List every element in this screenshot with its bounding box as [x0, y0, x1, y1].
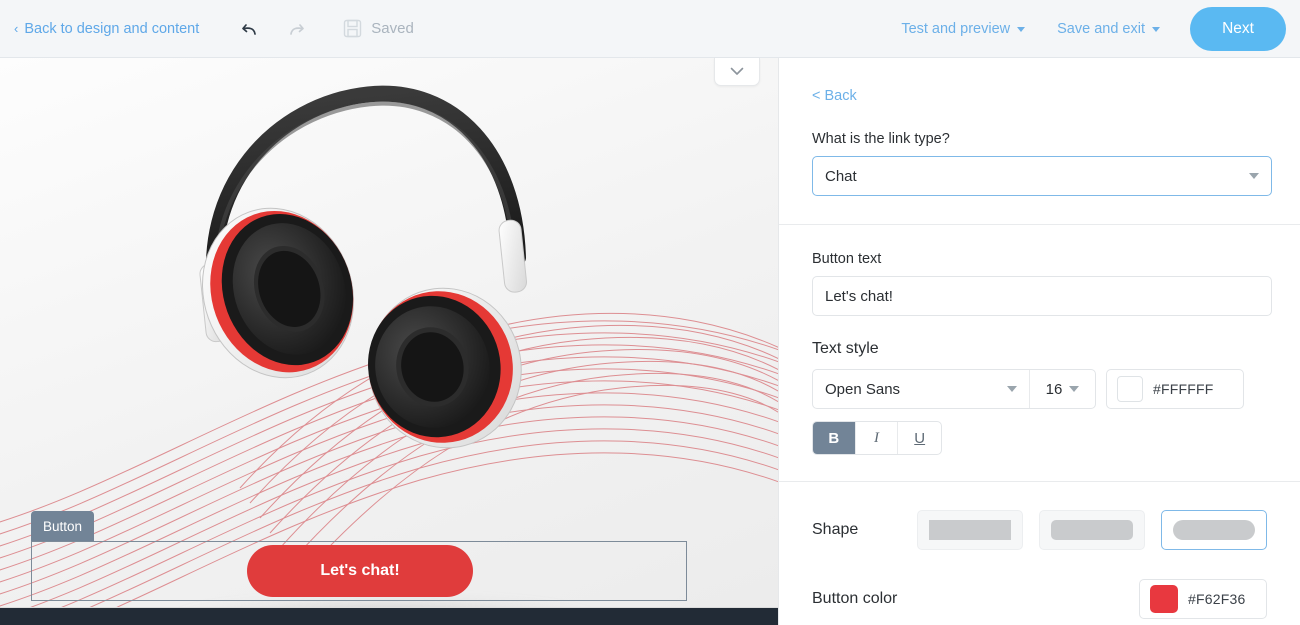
- font-family-select[interactable]: Open Sans: [813, 370, 1029, 408]
- shape-option-rounded[interactable]: [1039, 510, 1145, 550]
- square-shape-icon: [929, 520, 1011, 540]
- button-color-label: Button color: [812, 590, 898, 607]
- floppy-disk-icon: [343, 19, 362, 38]
- button-color-swatch: [1150, 585, 1178, 613]
- canvas-footer-bar: [0, 607, 778, 625]
- selection-label-tag: Button: [31, 511, 95, 541]
- test-and-preview-label: Test and preview: [901, 21, 1011, 37]
- email-canvas[interactable]: Button Let's chat!: [0, 58, 778, 625]
- shape-row: Shape: [812, 510, 1267, 550]
- button-color-hex: #F62F36: [1188, 591, 1246, 607]
- link-type-label: What is the link type?: [812, 131, 950, 147]
- undo-arrow-icon[interactable]: [241, 19, 263, 39]
- text-style-title: Text style: [812, 340, 879, 357]
- app-root: ‹ Back to design and content Saved Test …: [0, 0, 1300, 625]
- chevron-down-icon: [1007, 386, 1017, 392]
- canvas-cta-button[interactable]: Let's chat!: [247, 545, 473, 597]
- chevron-down-icon: [1152, 26, 1160, 32]
- settings-panel: < Back What is the link type? Chat Butto…: [778, 58, 1300, 625]
- panel-back-link[interactable]: < Back: [812, 88, 857, 104]
- font-size-value: 16: [1045, 380, 1063, 398]
- text-format-group: B I U: [812, 421, 942, 455]
- next-button[interactable]: Next: [1190, 7, 1286, 51]
- save-and-exit-menu[interactable]: Save and exit: [1041, 21, 1176, 37]
- chevron-down-icon: [1069, 386, 1080, 392]
- canvas-page: Button Let's chat!: [0, 58, 778, 607]
- text-color-swatch: [1117, 376, 1143, 402]
- rounded-shape-icon: [1051, 520, 1133, 540]
- test-and-preview-menu[interactable]: Test and preview: [885, 21, 1041, 37]
- link-type-select[interactable]: Chat: [812, 156, 1272, 196]
- button-text-section: Button text Text style Open Sans 16: [779, 251, 1300, 481]
- shape-label: Shape: [812, 521, 859, 538]
- link-type-section: < Back What is the link type? Chat: [779, 58, 1300, 224]
- shape-option-square[interactable]: [917, 510, 1023, 550]
- text-color-hex: #FFFFFF: [1153, 381, 1214, 397]
- save-status: Saved: [343, 19, 414, 38]
- chevron-down-icon: [1017, 26, 1026, 32]
- section-divider: [779, 481, 1300, 482]
- toolbar-right-actions: Test and preview Save and exit Next: [885, 0, 1300, 58]
- shape-options: [917, 510, 1267, 550]
- button-color-row: Button color #F62F36: [812, 579, 1267, 619]
- button-color-picker[interactable]: #F62F36: [1139, 579, 1267, 619]
- button-text-input[interactable]: [812, 276, 1272, 316]
- bold-toggle[interactable]: B: [813, 422, 856, 454]
- font-controls-group: Open Sans 16: [812, 369, 1096, 409]
- chevron-left-icon: ‹: [14, 21, 19, 36]
- pill-shape-icon: [1173, 520, 1255, 540]
- headphones-product-image: [199, 85, 527, 449]
- text-color-picker[interactable]: #FFFFFF: [1106, 369, 1244, 409]
- top-toolbar: ‹ Back to design and content Saved Test …: [0, 0, 1300, 58]
- font-family-value: Open Sans: [825, 380, 901, 398]
- chevron-down-icon: [730, 67, 744, 75]
- collapse-toolbar-toggle[interactable]: [714, 58, 760, 86]
- saved-label: Saved: [371, 20, 414, 37]
- back-to-design-link[interactable]: ‹ Back to design and content: [14, 21, 199, 37]
- link-type-value: Chat: [825, 167, 857, 185]
- italic-toggle[interactable]: I: [856, 422, 899, 454]
- shape-option-pill[interactable]: [1161, 510, 1267, 550]
- back-to-design-label: Back to design and content: [24, 20, 200, 37]
- text-style-row: Open Sans 16 #FFFFFF: [812, 369, 1267, 409]
- chevron-down-icon: [1249, 173, 1259, 179]
- button-text-label: Button text: [812, 251, 882, 267]
- section-divider: [779, 224, 1300, 225]
- redo-arrow-icon: [283, 19, 305, 39]
- save-and-exit-label: Save and exit: [1057, 21, 1145, 37]
- underline-toggle[interactable]: U: [898, 422, 941, 454]
- shape-color-section: Shape Button color #F62F36: [779, 510, 1300, 619]
- history-controls: Saved: [241, 19, 414, 39]
- font-size-select[interactable]: 16: [1029, 370, 1095, 408]
